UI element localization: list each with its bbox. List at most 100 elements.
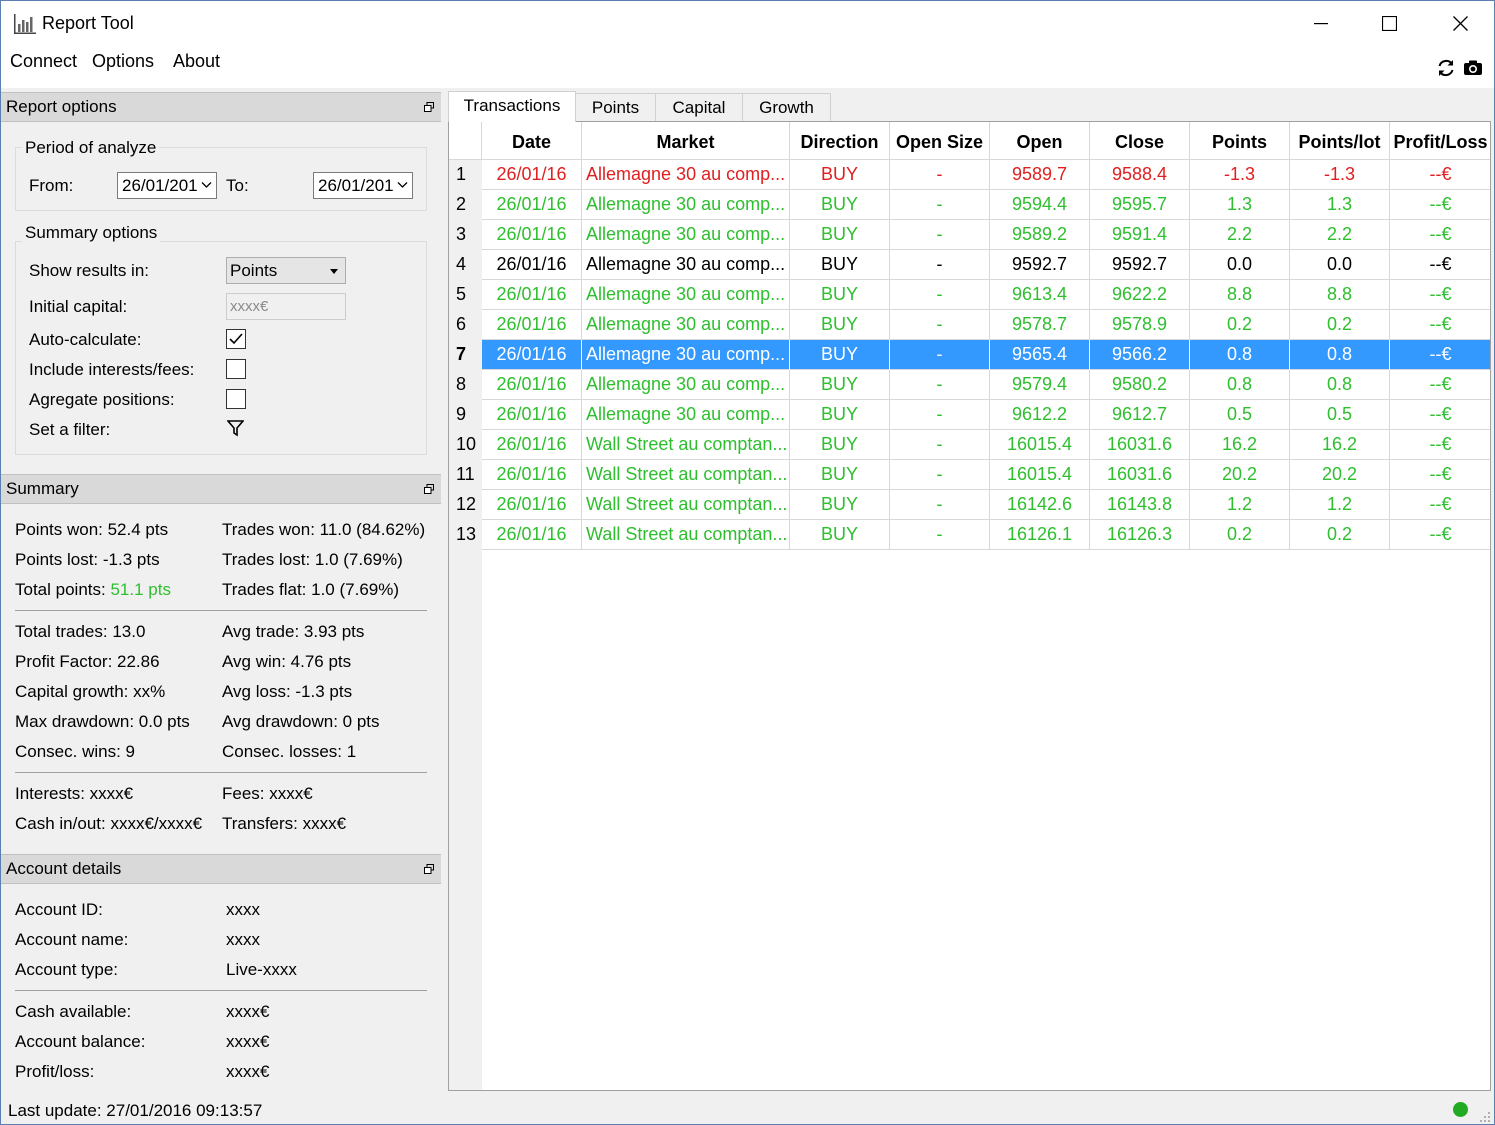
cell-date[interactable]: 26/01/16 — [482, 280, 582, 310]
cell-points[interactable]: 0.8 — [1190, 370, 1290, 400]
cell-direction[interactable]: BUY — [790, 220, 890, 250]
float-panel-icon[interactable] — [424, 484, 434, 494]
cell-profit-loss[interactable]: --€ — [1390, 520, 1490, 550]
cell-date[interactable]: 26/01/16 — [482, 370, 582, 400]
cell-close[interactable]: 9612.7 — [1090, 400, 1190, 430]
cell-points[interactable]: 0.2 — [1190, 520, 1290, 550]
cell-direction[interactable]: BUY — [790, 250, 890, 280]
cell-profit-loss[interactable]: --€ — [1390, 400, 1490, 430]
cell-points[interactable]: 1.2 — [1190, 490, 1290, 520]
cell-close[interactable]: 9578.9 — [1090, 310, 1190, 340]
cell-points-per-lot[interactable]: 2.2 — [1290, 220, 1390, 250]
cell-open[interactable]: 16015.4 — [990, 430, 1090, 460]
menu-connect[interactable]: Connect — [10, 51, 77, 72]
cell-open-size[interactable]: - — [890, 490, 990, 520]
cell-close[interactable]: 9592.7 — [1090, 250, 1190, 280]
auto-calculate-checkbox[interactable] — [226, 329, 246, 349]
row-number[interactable]: 10 — [449, 430, 482, 460]
cell-points[interactable]: 0.8 — [1190, 340, 1290, 370]
cell-open-size[interactable]: - — [890, 520, 990, 550]
cell-market[interactable]: Allemagne 30 au comp... — [582, 340, 790, 370]
cell-open[interactable]: 9612.2 — [990, 400, 1090, 430]
cell-points-per-lot[interactable]: 8.8 — [1290, 280, 1390, 310]
cell-direction[interactable]: BUY — [790, 340, 890, 370]
column-header-profit-loss[interactable]: Profit/Loss — [1390, 122, 1490, 160]
cell-open-size[interactable]: - — [890, 220, 990, 250]
cell-profit-loss[interactable]: --€ — [1390, 250, 1490, 280]
cell-points-per-lot[interactable]: 1.2 — [1290, 490, 1390, 520]
float-panel-icon[interactable] — [424, 864, 434, 874]
cell-market[interactable]: Wall Street au comptan... — [582, 430, 790, 460]
cell-open[interactable]: 9579.4 — [990, 370, 1090, 400]
cell-date[interactable]: 26/01/16 — [482, 250, 582, 280]
initial-capital-input[interactable]: xxxx€ — [226, 293, 346, 320]
cell-market[interactable]: Allemagne 30 au comp... — [582, 280, 790, 310]
column-header-open-size[interactable]: Open Size — [890, 122, 990, 160]
cell-direction[interactable]: BUY — [790, 310, 890, 340]
tab-capital[interactable]: Capital — [655, 93, 743, 122]
cell-points[interactable]: -1.3 — [1190, 160, 1290, 190]
menu-options[interactable]: Options — [92, 51, 154, 72]
row-number[interactable]: 8 — [449, 370, 482, 400]
cell-market[interactable]: Allemagne 30 au comp... — [582, 190, 790, 220]
cell-open-size[interactable]: - — [890, 430, 990, 460]
cell-date[interactable]: 26/01/16 — [482, 430, 582, 460]
cell-profit-loss[interactable]: --€ — [1390, 340, 1490, 370]
cell-open[interactable]: 16015.4 — [990, 460, 1090, 490]
menu-about[interactable]: About — [173, 51, 220, 72]
cell-points-per-lot[interactable]: 20.2 — [1290, 460, 1390, 490]
cell-points[interactable]: 1.3 — [1190, 190, 1290, 220]
close-button[interactable] — [1425, 1, 1495, 46]
minimize-button[interactable] — [1286, 1, 1356, 46]
row-number[interactable]: 1 — [449, 160, 482, 190]
float-panel-icon[interactable] — [424, 102, 434, 112]
column-header-points-per-lot[interactable]: Points/lot — [1290, 122, 1390, 160]
cell-close[interactable]: 9591.4 — [1090, 220, 1190, 250]
cell-points[interactable]: 8.8 — [1190, 280, 1290, 310]
row-number[interactable]: 9 — [449, 400, 482, 430]
cell-open[interactable]: 16142.6 — [990, 490, 1090, 520]
row-number[interactable]: 12 — [449, 490, 482, 520]
cell-points-per-lot[interactable]: 1.3 — [1290, 190, 1390, 220]
cell-open-size[interactable]: - — [890, 400, 990, 430]
cell-market[interactable]: Allemagne 30 au comp... — [582, 160, 790, 190]
cell-points[interactable]: 20.2 — [1190, 460, 1290, 490]
cell-open[interactable]: 9589.7 — [990, 160, 1090, 190]
cell-date[interactable]: 26/01/16 — [482, 310, 582, 340]
cell-close[interactable]: 9622.2 — [1090, 280, 1190, 310]
cell-open[interactable]: 16126.1 — [990, 520, 1090, 550]
cell-open-size[interactable]: - — [890, 190, 990, 220]
cell-points[interactable]: 2.2 — [1190, 220, 1290, 250]
cell-date[interactable]: 26/01/16 — [482, 490, 582, 520]
cell-profit-loss[interactable]: --€ — [1390, 310, 1490, 340]
cell-direction[interactable]: BUY — [790, 520, 890, 550]
cell-points[interactable]: 16.2 — [1190, 430, 1290, 460]
cell-profit-loss[interactable]: --€ — [1390, 160, 1490, 190]
cell-points-per-lot[interactable]: 16.2 — [1290, 430, 1390, 460]
cell-profit-loss[interactable]: --€ — [1390, 430, 1490, 460]
cell-direction[interactable]: BUY — [790, 370, 890, 400]
cell-points-per-lot[interactable]: 0.0 — [1290, 250, 1390, 280]
row-number[interactable]: 6 — [449, 310, 482, 340]
column-header-open[interactable]: Open — [990, 122, 1090, 160]
cell-open[interactable]: 9565.4 — [990, 340, 1090, 370]
row-number[interactable]: 4 — [449, 250, 482, 280]
cell-direction[interactable]: BUY — [790, 400, 890, 430]
cell-open[interactable]: 9613.4 — [990, 280, 1090, 310]
row-number[interactable]: 3 — [449, 220, 482, 250]
cell-close[interactable]: 9580.2 — [1090, 370, 1190, 400]
cell-market[interactable]: Allemagne 30 au comp... — [582, 310, 790, 340]
tab-growth[interactable]: Growth — [742, 93, 831, 122]
cell-date[interactable]: 26/01/16 — [482, 220, 582, 250]
cell-date[interactable]: 26/01/16 — [482, 400, 582, 430]
cell-open-size[interactable]: - — [890, 250, 990, 280]
cell-direction[interactable]: BUY — [790, 190, 890, 220]
cell-close[interactable]: 16126.3 — [1090, 520, 1190, 550]
cell-open-size[interactable]: - — [890, 280, 990, 310]
cell-market[interactable]: Allemagne 30 au comp... — [582, 220, 790, 250]
cell-open-size[interactable]: - — [890, 340, 990, 370]
cell-open-size[interactable]: - — [890, 160, 990, 190]
aggregate-checkbox[interactable] — [226, 389, 246, 409]
column-header-direction[interactable]: Direction — [790, 122, 890, 160]
cell-profit-loss[interactable]: --€ — [1390, 460, 1490, 490]
